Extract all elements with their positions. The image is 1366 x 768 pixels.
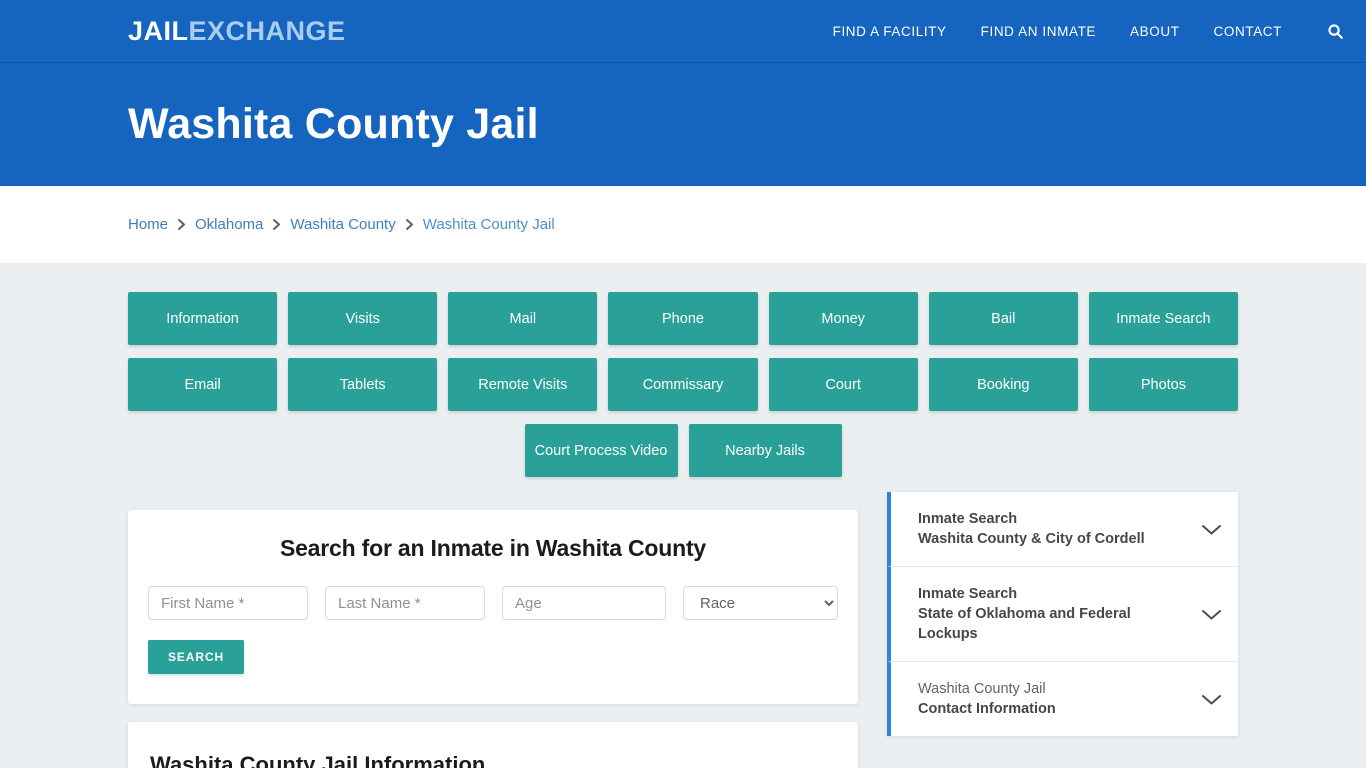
jail-information-card: Washita County Jail Information — [128, 722, 858, 768]
tab-court-process-video[interactable]: Court Process Video — [524, 424, 678, 477]
sidebar-item-inmate-search-state[interactable]: Inmate Search State of Oklahoma and Fede… — [887, 567, 1238, 662]
sidebar-item-line2: Washita County & City of Cordell — [918, 531, 1145, 547]
search-form-fields: Race — [148, 586, 838, 620]
tab-tablets[interactable]: Tablets — [288, 358, 438, 411]
main-column: Search for an Inmate in Washita County R… — [128, 510, 858, 768]
nav-contact[interactable]: CONTACT — [1214, 24, 1282, 39]
chevron-down-icon[interactable] — [1201, 608, 1222, 621]
breadcrumb: Home Oklahoma Washita County Washita Cou… — [128, 216, 555, 233]
tab-bail[interactable]: Bail — [928, 292, 1078, 345]
tab-commissary[interactable]: Commissary — [608, 358, 758, 411]
logo-text-exchange: EXCHANGE — [188, 15, 346, 46]
sidebar-item-line2: Contact Information — [918, 701, 1056, 717]
tab-remote-visits[interactable]: Remote Visits — [448, 358, 598, 411]
tab-visits[interactable]: Visits — [288, 292, 438, 345]
sidebar-item-text: Inmate Search Washita County & City of C… — [918, 509, 1191, 549]
tab-photos[interactable]: Photos — [1088, 358, 1238, 411]
sidebar-item-text: Washita County Jail Contact Information — [918, 679, 1191, 719]
page-hero: Washita County Jail — [0, 63, 1366, 186]
facility-section-tabs: Information Visits Mail Phone Money Bail… — [0, 292, 1366, 477]
tab-mail[interactable]: Mail — [448, 292, 598, 345]
tab-row-3: Court Process Video Nearby Jails — [128, 424, 1238, 477]
chevron-down-icon[interactable] — [1201, 523, 1222, 536]
tab-phone[interactable]: Phone — [608, 292, 758, 345]
breadcrumb-bar: Home Oklahoma Washita County Washita Cou… — [0, 186, 1366, 263]
chevron-down-icon[interactable] — [1201, 693, 1222, 706]
nav-find-an-inmate[interactable]: FIND AN INMATE — [981, 24, 1096, 39]
tab-row-1: Information Visits Mail Phone Money Bail… — [128, 292, 1238, 345]
search-button[interactable]: SEARCH — [148, 640, 245, 674]
sidebar-item-text: Inmate Search State of Oklahoma and Fede… — [918, 584, 1191, 644]
sidebar-accordion: Inmate Search Washita County & City of C… — [887, 492, 1238, 736]
breadcrumb-item-oklahoma[interactable]: Oklahoma — [195, 216, 263, 233]
site-logo[interactable]: JAILEXCHANGE — [128, 15, 346, 46]
tab-nearby-jails[interactable]: Nearby Jails — [688, 424, 842, 477]
last-name-input[interactable] — [325, 586, 485, 620]
tab-information[interactable]: Information — [128, 292, 278, 345]
race-select[interactable]: Race — [683, 586, 838, 620]
sidebar-item-contact-information[interactable]: Washita County Jail Contact Information — [887, 662, 1238, 736]
sidebar-item-inmate-search-county[interactable]: Inmate Search Washita County & City of C… — [887, 492, 1238, 567]
nav-find-a-facility[interactable]: FIND A FACILITY — [833, 24, 947, 39]
tab-email[interactable]: Email — [128, 358, 278, 411]
search-icon[interactable] — [1324, 20, 1346, 42]
tab-booking[interactable]: Booking — [928, 358, 1078, 411]
nav-about[interactable]: ABOUT — [1130, 24, 1180, 39]
chevron-right-icon — [405, 218, 414, 231]
search-card-title: Search for an Inmate in Washita County — [279, 535, 707, 561]
content-columns: Search for an Inmate in Washita County R… — [0, 490, 1366, 768]
sidebar-column: Inmate Search Washita County & City of C… — [887, 492, 1238, 736]
breadcrumb-item-home[interactable]: Home — [128, 216, 168, 233]
primary-nav-links: FIND A FACILITY FIND AN INMATE ABOUT CON… — [833, 20, 1346, 42]
first-name-input[interactable] — [148, 586, 308, 620]
logo-text-jail: JAIL — [128, 15, 189, 46]
tab-money[interactable]: Money — [768, 292, 918, 345]
chevron-right-icon — [177, 218, 186, 231]
sidebar-item-line2: State of Oklahoma and Federal Lockups — [918, 606, 1131, 642]
jail-information-title: Washita County Jail Information — [150, 752, 486, 768]
chevron-right-icon — [272, 218, 281, 231]
breadcrumb-item-washita-county[interactable]: Washita County — [290, 216, 395, 233]
page-body: Information Visits Mail Phone Money Bail… — [0, 263, 1366, 768]
inmate-search-card: Search for an Inmate in Washita County R… — [128, 510, 858, 704]
age-input[interactable] — [502, 586, 666, 620]
sidebar-item-line1: Inmate Search — [918, 511, 1018, 527]
sidebar-item-line1: Washita County Jail — [918, 681, 1046, 697]
tab-row-2: Email Tablets Remote Visits Commissary C… — [128, 358, 1238, 411]
tab-inmate-search[interactable]: Inmate Search — [1088, 292, 1238, 345]
top-navigation-bar: JAILEXCHANGE FIND A FACILITY FIND AN INM… — [0, 0, 1366, 63]
sidebar-item-line1: Inmate Search — [918, 586, 1018, 602]
tab-court[interactable]: Court — [768, 358, 918, 411]
breadcrumb-item-washita-county-jail[interactable]: Washita County Jail — [423, 216, 555, 233]
page-title: Washita County Jail — [128, 99, 539, 148]
